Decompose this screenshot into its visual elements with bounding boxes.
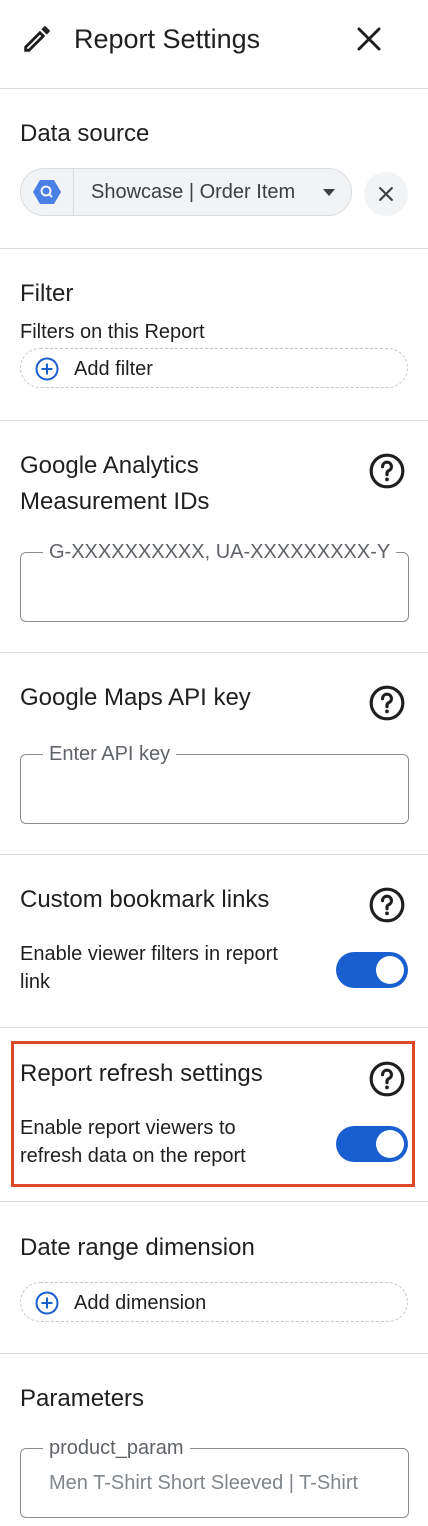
help-icon[interactable] <box>368 684 406 722</box>
page-title: Report Settings <box>74 24 261 54</box>
analytics-heading-line2: Measurement IDs <box>20 488 210 515</box>
toggle-knob <box>376 956 404 984</box>
maps-api-key-placeholder: Enter API key <box>43 742 177 766</box>
help-icon[interactable] <box>368 1060 406 1098</box>
add-circle-icon <box>35 1291 59 1315</box>
refresh-description-line2: refresh data on the report <box>20 1145 246 1167</box>
refresh-heading: Report refresh settings <box>20 1060 263 1087</box>
divider <box>0 652 428 653</box>
divider <box>0 1353 428 1354</box>
close-icon <box>379 187 393 201</box>
settings-header: Report Settings <box>0 0 428 88</box>
divider <box>0 1027 428 1028</box>
bookmark-description-line1: Enable viewer filters in report <box>20 943 278 965</box>
close-button[interactable] <box>350 20 388 58</box>
close-icon <box>357 27 381 51</box>
add-dimension-label: Add dimension <box>74 1292 207 1314</box>
maps-api-key-field[interactable]: Enter API key <box>20 742 409 824</box>
refresh-toggle[interactable] <box>336 1126 408 1162</box>
edit-icon <box>24 26 50 52</box>
filter-heading: Filter <box>20 280 74 307</box>
chevron-down-icon[interactable] <box>323 189 335 196</box>
parameter-value: Men T-Shirt Short Sleeved | T-Shirt <box>49 1472 359 1494</box>
data-source-heading: Data source <box>20 120 150 147</box>
add-dimension-button[interactable]: Add dimension <box>20 1282 408 1322</box>
maps-heading: Google Maps API key <box>20 684 251 711</box>
filter-subtitle: Filters on this Report <box>20 321 205 343</box>
refresh-description-line1: Enable report viewers to <box>20 1117 236 1139</box>
add-circle-icon <box>35 357 59 381</box>
analytics-id-placeholder: G-XXXXXXXXXX, UA-XXXXXXXXX-Y <box>43 540 397 564</box>
data-source-name: Showcase | Order Item <box>91 181 296 203</box>
divider <box>0 248 428 249</box>
bookmark-toggle[interactable] <box>336 952 408 988</box>
analytics-id-field[interactable]: G-XXXXXXXXXX, UA-XXXXXXXXX-Y <box>20 540 409 622</box>
data-source-icon-box <box>21 169 74 215</box>
add-filter-label: Add filter <box>74 358 153 380</box>
divider <box>0 854 428 855</box>
bigquery-icon <box>33 180 61 204</box>
help-icon[interactable] <box>368 452 406 490</box>
divider <box>0 1201 428 1202</box>
remove-data-source-button[interactable] <box>364 172 408 216</box>
divider <box>0 420 428 421</box>
toggle-knob <box>376 1130 404 1158</box>
help-icon[interactable] <box>368 886 406 924</box>
add-filter-button[interactable]: Add filter <box>20 348 408 388</box>
date-range-heading: Date range dimension <box>20 1234 255 1261</box>
parameter-field[interactable]: product_param Men T-Shirt Short Sleeved … <box>20 1436 409 1518</box>
data-source-selector[interactable]: Showcase | Order Item <box>20 168 352 216</box>
analytics-heading-line1: Google Analytics <box>20 452 199 479</box>
parameter-name: product_param <box>43 1436 190 1460</box>
divider <box>0 88 428 89</box>
parameters-heading: Parameters <box>20 1385 145 1412</box>
bookmark-description-line2: link <box>20 971 51 993</box>
bookmark-heading: Custom bookmark links <box>20 886 270 913</box>
